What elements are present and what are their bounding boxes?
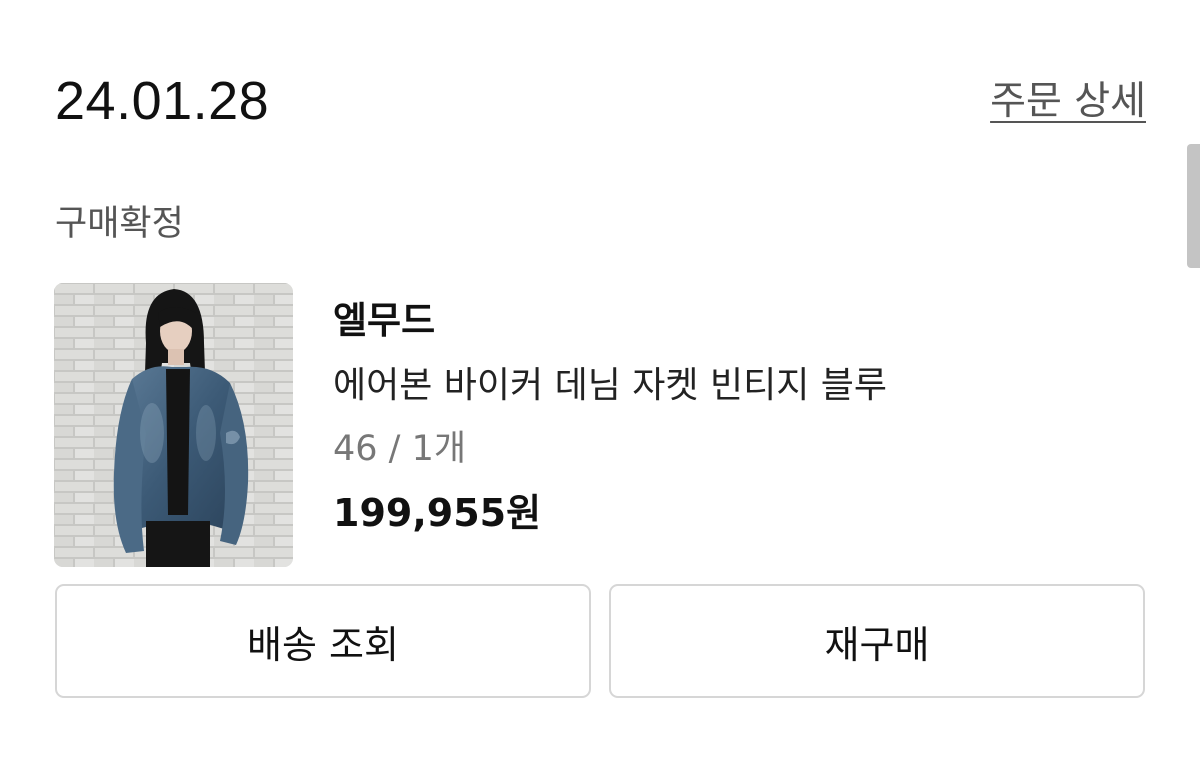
order-detail-link[interactable]: 주문 상세 [990, 76, 1146, 128]
track-delivery-button[interactable]: 배송 조회 [55, 584, 591, 698]
order-date: 24.01.28 [55, 71, 270, 131]
product-image[interactable] [54, 283, 293, 567]
product-name: 에어본 바이커 데님 자켓 빈티지 블루 [333, 365, 888, 406]
track-delivery-label: 배송 조회 [247, 622, 399, 667]
product-option: 46 / 1개 [333, 429, 467, 469]
scrollbar-thumb[interactable] [1187, 144, 1200, 268]
product-photo [54, 283, 293, 567]
rebuy-button[interactable]: 재구매 [609, 584, 1145, 698]
rebuy-label: 재구매 [824, 622, 930, 667]
product-info[interactable]: 엘무드 에어본 바이커 데님 자켓 빈티지 블루 46 / 1개 199,955… [333, 295, 887, 539]
order-status: 구매확정 [55, 204, 184, 244]
product-price: 199,955원 [333, 491, 542, 535]
order-card: 24.01.28 주문 상세 구매확정 엘무드 에어본 바이커 데님 자켓 빈티… [0, 0, 1200, 758]
brand-name: 엘무드 [333, 299, 436, 342]
